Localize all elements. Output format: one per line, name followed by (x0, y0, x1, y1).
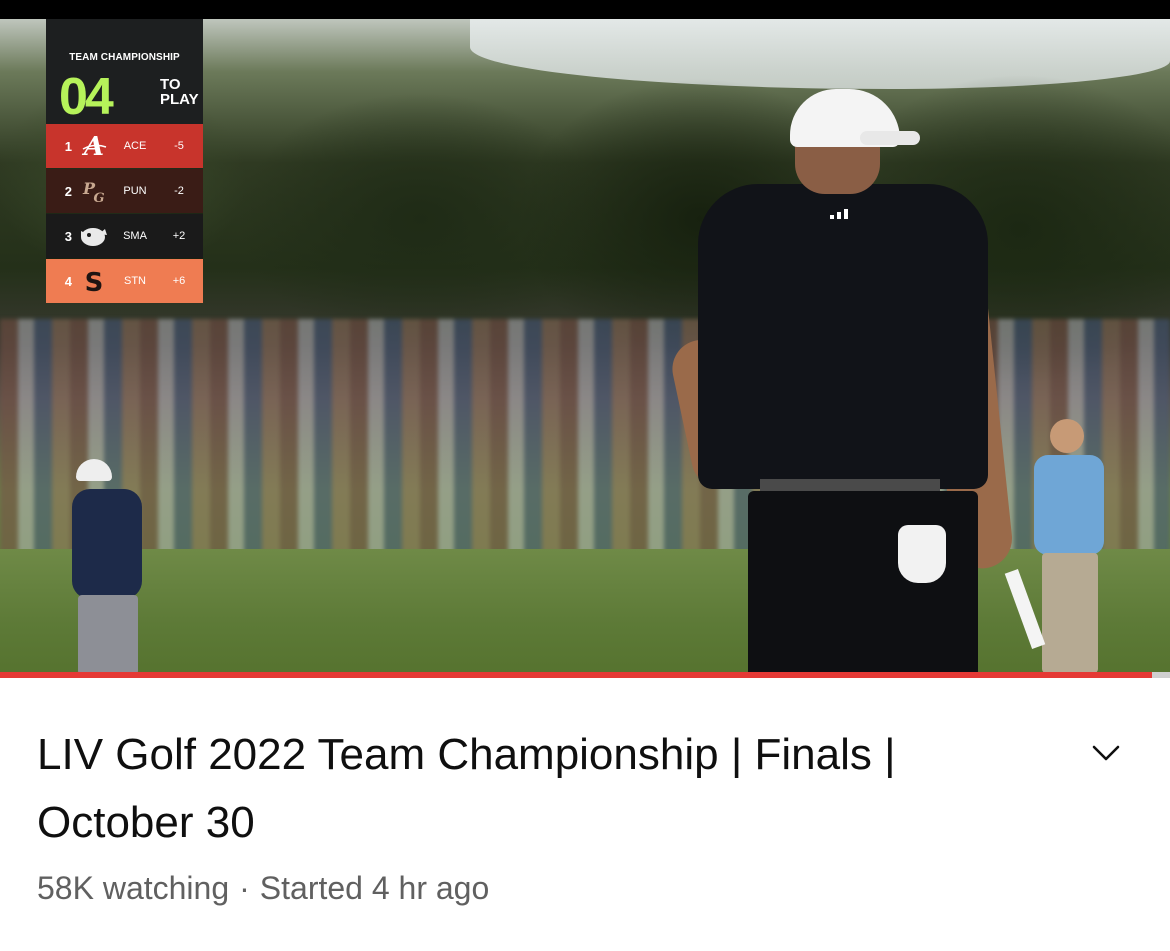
stinger-crest-icon: S (74, 264, 114, 298)
viewer-count: 58K watching (37, 870, 230, 906)
aces-crest-icon: A (74, 129, 114, 163)
team-score: +6 (172, 275, 186, 287)
team-rank: 2 (64, 183, 72, 199)
chevron-down-icon (1092, 745, 1120, 761)
scoreboard-title: TEAM CHAMPIONSHIP (69, 52, 180, 63)
team-abbr: PUN (123, 185, 147, 197)
team-abbr: STN (124, 275, 146, 287)
team-abbr: SMA (123, 230, 147, 242)
team-rank: 3 (64, 228, 72, 244)
team-row-sma: 3 SMA +2 (46, 214, 203, 258)
punch-crest-icon: PG (74, 174, 114, 208)
adidas-logo-icon (830, 209, 848, 219)
video-title: LIV Golf 2022 Team Championship | Finals… (37, 730, 896, 847)
status-bar (0, 0, 1170, 19)
holes-label-line2: PLAY (160, 91, 199, 108)
meta-separator: · (239, 870, 250, 906)
svg-text:A: A (81, 132, 104, 161)
marshal-figure (1004, 419, 1120, 674)
holes-to-play-count: 04 (59, 68, 114, 126)
team-score: -5 (174, 140, 184, 152)
team-championship-scoreboard: TEAM CHAMPIONSHIP 04 TO PLAY 1 A ACE -5 … (46, 19, 203, 303)
svg-text:G: G (93, 191, 104, 206)
team-row-stn: 4 S STN +6 (46, 259, 203, 303)
golfer-figure (667, 89, 1015, 674)
holes-to-play-label: TO PLAY (160, 77, 199, 107)
team-row-ace: 1 A ACE -5 (46, 124, 203, 168)
smash-crest-icon (74, 219, 114, 253)
team-rank: 4 (64, 273, 72, 289)
holes-label-line1: TO (160, 76, 181, 93)
scoreboard-header: TEAM CHAMPIONSHIP 04 TO PLAY (46, 19, 203, 124)
video-progress-fill (0, 672, 1153, 678)
cameraman-figure (70, 459, 150, 674)
team-abbr: ACE (123, 140, 147, 152)
expand-description-button[interactable] (1086, 738, 1126, 768)
team-score: +2 (172, 230, 186, 242)
video-meta: 58K watching · Started 4 hr ago (37, 870, 489, 907)
start-time: Started 4 hr ago (259, 870, 490, 906)
team-row-pun: 2 PG PUN -2 (46, 169, 203, 213)
video-progress-bar[interactable] (0, 672, 1170, 678)
team-rank: 1 (64, 138, 72, 154)
team-score: -2 (174, 185, 184, 197)
svg-text:S: S (85, 268, 104, 296)
